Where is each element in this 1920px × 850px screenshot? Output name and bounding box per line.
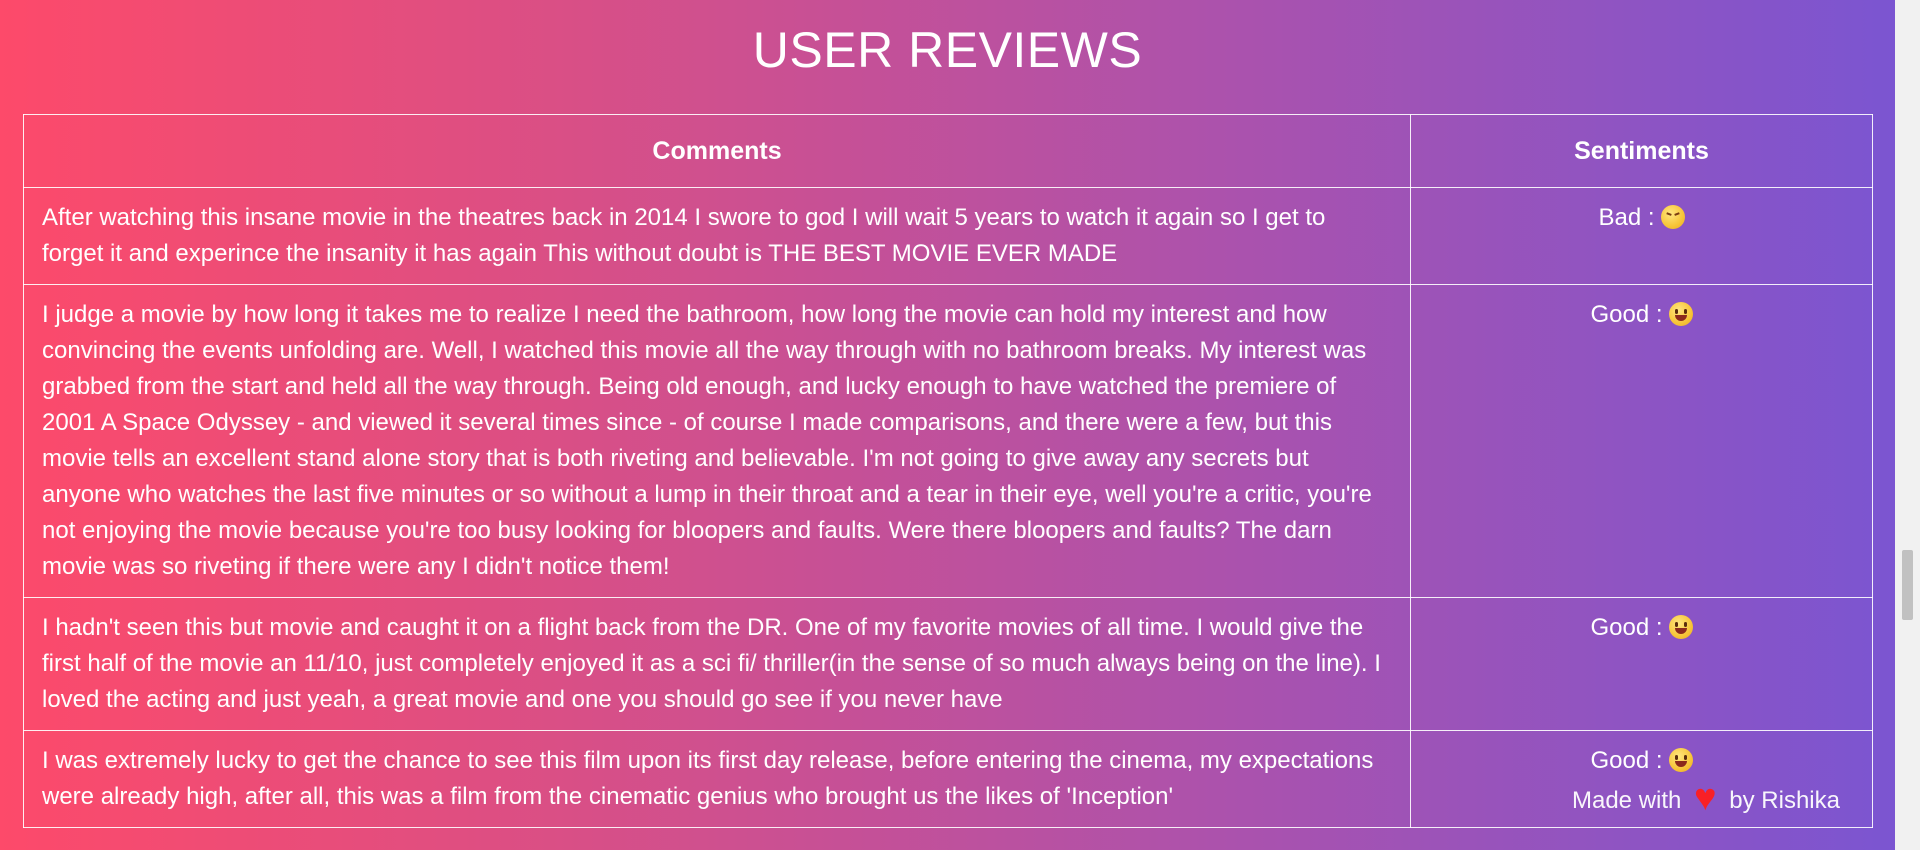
vertical-scrollbar[interactable] [1895,0,1920,850]
grinning-face-icon [1668,302,1693,326]
footer-credit: Made with ♥ by Rishika [1571,777,1840,819]
heart-icon: ♥ [1694,777,1717,819]
footer-prefix: Made with [1571,787,1682,814]
review-comment: I hadn't seen this but movie and caught … [23,597,1411,731]
reviews-table: Comments Sentiments After watching this … [23,114,1873,828]
review-sentiment: Bad : [1410,187,1873,285]
table-header-row: Comments Sentiments [23,114,1873,188]
table-row: I hadn't seen this but movie and caught … [23,597,1873,731]
review-comment: I judge a movie by how long it takes me … [23,284,1411,598]
table-row: I judge a movie by how long it takes me … [23,284,1873,598]
footer-suffix: by Rishika [1729,787,1840,814]
review-comment: After watching this insane movie in the … [23,187,1411,285]
sentiment-label: Bad : [1598,204,1655,231]
sentiment-label: Good : [1590,747,1663,774]
page-background: USER REVIEWS Comments Sentiments After w… [0,0,1895,850]
review-sentiment: Good : [1410,284,1873,598]
sentiments-column-header: Sentiments [1410,114,1873,188]
review-sentiment: Good : [1410,597,1873,731]
grinning-face-icon [1668,615,1693,639]
sentiment-label: Good : [1590,614,1663,641]
page-title: USER REVIEWS [752,22,1143,78]
scrollbar-thumb[interactable] [1902,550,1913,620]
table-row: After watching this insane movie in the … [23,187,1873,285]
grinning-face-icon [1668,748,1693,772]
sentiment-label: Good : [1590,301,1663,328]
comments-column-header: Comments [23,114,1411,188]
confounded-face-icon [1660,205,1685,229]
review-comment: I was extremely lucky to get the chance … [23,730,1411,828]
